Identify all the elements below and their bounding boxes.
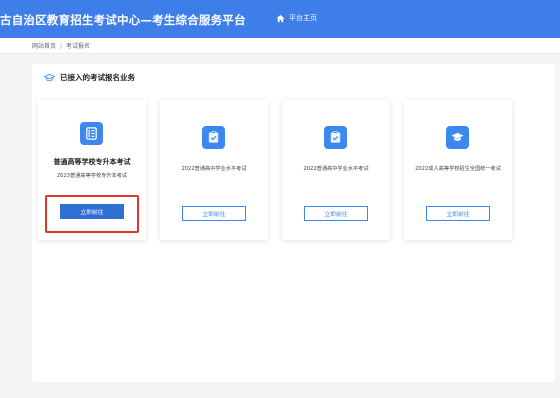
home-link-label: 平台主页 xyxy=(289,14,317,22)
highlight-annotation-box xyxy=(45,195,139,233)
checklist-icon xyxy=(202,126,225,149)
breadcrumb-item-home[interactable]: 网站首页 xyxy=(32,43,56,50)
exam-card-adult-entrance: 2022成人高等学校招生全国统一考试 立即前往 xyxy=(404,100,512,240)
go-now-button[interactable]: 立即前往 xyxy=(304,206,368,221)
exam-card-subtitle: 2022普通高中学业水平考试 xyxy=(181,166,247,172)
exam-card-subtitle: 2022成人高等学校招生全国统一考试 xyxy=(415,166,501,172)
exam-card-title: 普通高等学校专升本考试 xyxy=(53,158,131,166)
exam-card-subtitle: 2023普通高等学校专升本考试 xyxy=(56,173,128,179)
checklist-icon xyxy=(324,126,347,149)
go-now-button[interactable]: 立即前往 xyxy=(182,206,246,221)
breadcrumb-item-current: 考试报名 xyxy=(66,43,91,50)
panel-header: 已接入的考试报名业务 xyxy=(44,72,135,83)
app-title: 古自治区教育招生考试中心—考生综合服务平台 xyxy=(0,13,246,27)
breadcrumb: 网站首页 / 考试报名 xyxy=(32,41,90,50)
panel-title: 已接入的考试报名业务 xyxy=(60,73,135,82)
graduation-cap-icon xyxy=(446,126,469,149)
exam-card-academic-level-2: 2022普通高中学业水平考试 立即前往 xyxy=(282,100,390,240)
go-now-button[interactable]: 立即前往 xyxy=(426,206,490,221)
home-icon xyxy=(276,14,285,22)
home-link[interactable]: 平台主页 xyxy=(276,13,317,23)
breadcrumb-separator: / xyxy=(60,43,63,50)
graduation-cap-icon xyxy=(44,73,55,81)
exam-card-subtitle: 2022普通高中学业水平考试 xyxy=(303,166,369,172)
document-list-icon xyxy=(80,122,103,145)
exam-card-academic-level-1: 2022普通高中学业水平考试 立即前往 xyxy=(160,100,268,240)
